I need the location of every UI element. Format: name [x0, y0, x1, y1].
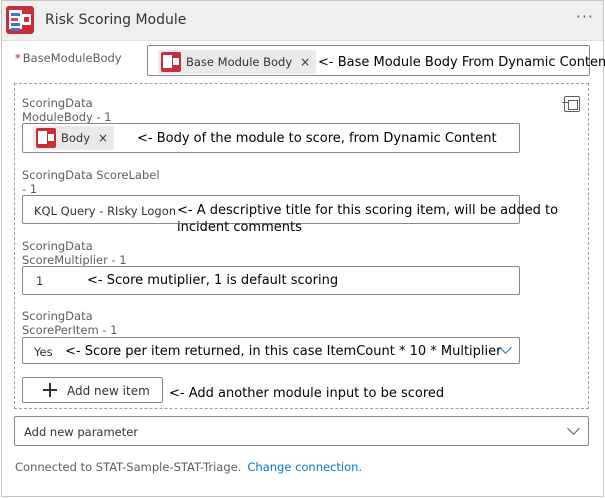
score-per-item-label: ScoringData ScorePerItem - 1 [22, 309, 118, 337]
score-label-value: KQL Query - RIsky Logon [34, 204, 177, 218]
connection-footer: Connected to STAT-Sample-STAT-Triage. Cha… [15, 460, 362, 474]
score-multiplier-value: 1 [36, 274, 44, 288]
remove-token-icon[interactable]: × [300, 55, 310, 69]
module-icon [161, 52, 181, 72]
add-new-item-note: <- Add another module input to be scored [169, 386, 445, 401]
module-body-note: <- Body of the module to score, from Dyn… [137, 131, 497, 146]
score-label-note: <- A descriptive title for this scoring … [177, 203, 559, 235]
score-multiplier-note: <- Score mutiplier, 1 is default scoring [87, 273, 339, 288]
module-body-label: ScoringData ModuleBody - 1 [22, 96, 112, 124]
change-connection-link[interactable]: Change connection. [247, 460, 362, 474]
score-multiplier-field[interactable]: 1 <- Score mutiplier, 1 is default scori… [22, 266, 520, 295]
switch-to-text-mode-icon[interactable] [562, 96, 580, 112]
base-module-body-token[interactable]: Base Module Body × [158, 50, 317, 74]
base-module-body-field[interactable]: Base Module Body × <- Base Module Body F… [147, 45, 605, 76]
card-header[interactable]: Risk Scoring Module ··· [2, 1, 603, 41]
score-per-item-value: Yes [34, 345, 53, 359]
more-options-icon[interactable]: ··· [576, 7, 594, 26]
base-module-body-label: * BaseModuleBody [15, 51, 122, 65]
score-label-label: ScoringData ScoreLabel - 1 [22, 168, 160, 196]
connection-text: Connected to STAT-Sample-STAT-Triage. [15, 460, 242, 474]
module-icon [36, 128, 56, 148]
plus-icon [43, 383, 57, 397]
module-body-field[interactable]: Body × <- Body of the module to score, f… [22, 123, 520, 153]
stat-app-icon [6, 6, 34, 34]
chevron-down-icon[interactable] [567, 422, 580, 435]
add-new-item-button[interactable]: Add new item [22, 377, 163, 403]
score-per-item-note: <- Score per item returned, in this case… [65, 344, 502, 359]
module-body-token[interactable]: Body × [33, 126, 115, 150]
score-per-item-dropdown[interactable]: Yes <- Score per item returned, in this … [22, 337, 520, 364]
remove-token-icon[interactable]: × [98, 131, 108, 145]
base-module-body-note: <- Base Module Body From Dynamic Content [318, 55, 605, 70]
score-multiplier-label: ScoringData ScoreMultiplier - 1 [22, 239, 127, 267]
card-title: Risk Scoring Module [45, 12, 187, 28]
add-new-parameter-dropdown[interactable]: Add new parameter [14, 416, 589, 446]
